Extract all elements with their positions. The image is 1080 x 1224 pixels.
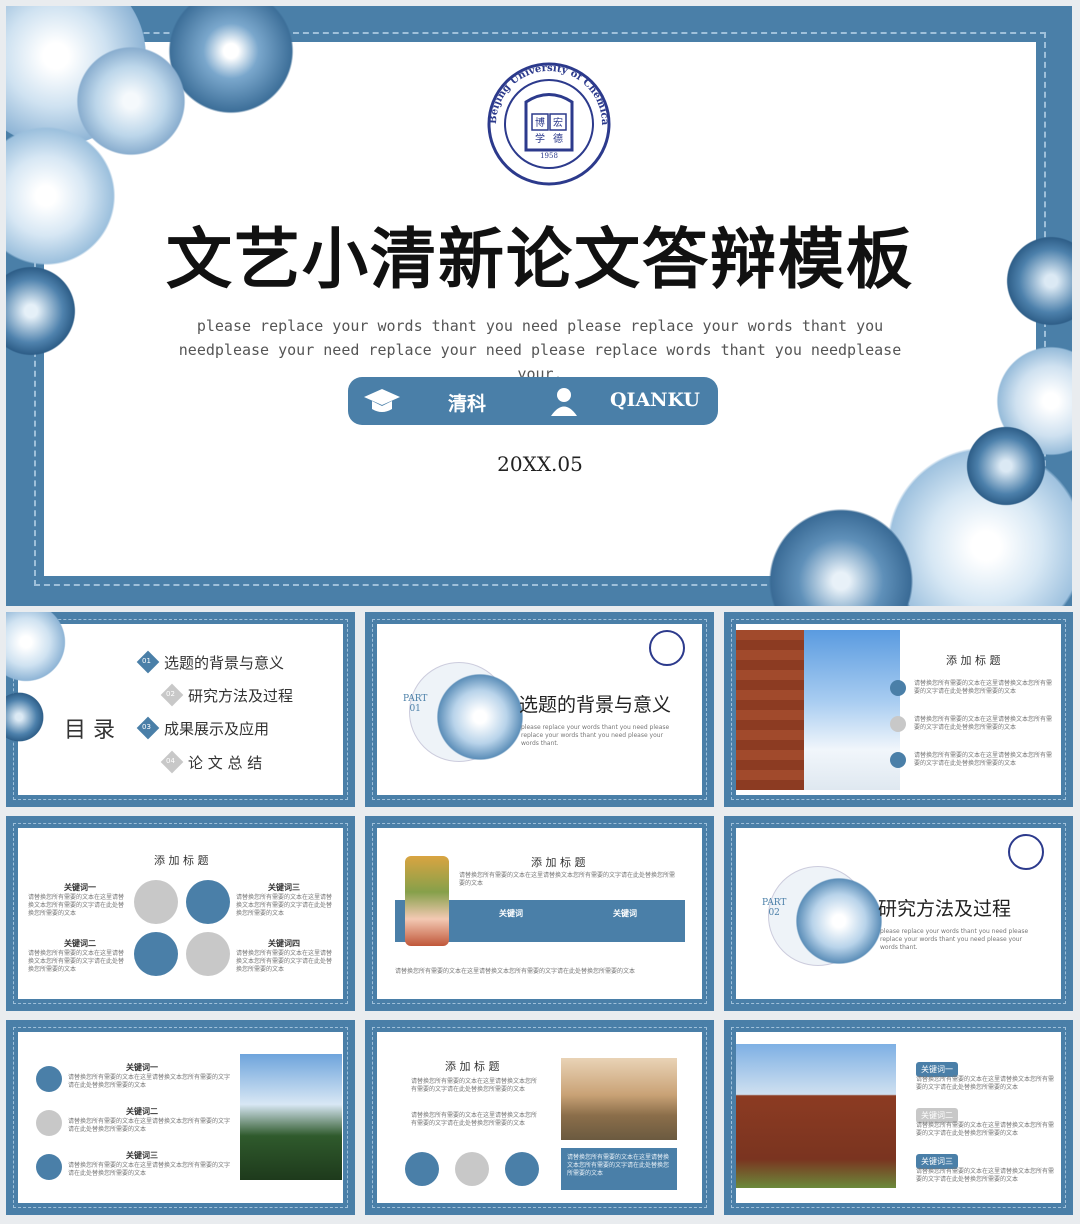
thumbnail-icons-photo[interactable]: 添 加 标 题 请替换您所有需要的文本在这里请替换文本您所有需要的文字请在此处替… [365, 1020, 714, 1215]
body-text: 请替换您所有需要的文本在这里请替换文本您所有需要的文字请在此处替换您所需要的文本 [28, 894, 125, 917]
thumbnail-photo-list[interactable]: 添 加 标 题 请替换您所有需要的文本在这里请替换文本您所有需要的文字请在此处替… [724, 612, 1073, 807]
settings-icon [36, 1066, 62, 1092]
keyword-label: 关键词 [613, 909, 637, 918]
monitor-icon [505, 1152, 539, 1186]
thumbnail-tags-photo[interactable]: 关键词一 请替换您所有需要的文本在这里请替换文本您所有需要的文字请在此处替换您所… [724, 1020, 1073, 1215]
logo-year: 1958 [540, 152, 558, 160]
keyword-label: 关键词三 [126, 1151, 158, 1160]
author-label: 清科 [448, 393, 487, 415]
building-photo [736, 630, 900, 790]
thumbnail-keywords-grid[interactable]: 添 加 标 题 关键词一 请替换您所有需要的文本在这里请替换文本您所有需要的文字… [6, 816, 355, 1011]
target-icon [36, 1154, 62, 1180]
body-text: 请替换您所有需要的文本在这里请替换文本您所有需要的文字请在此处替换您所需要的文本 [411, 1078, 538, 1093]
slide-title: 添 加 标 题 [154, 854, 209, 867]
subtitle-text: please replace your words thant you need… [178, 317, 902, 383]
toc-num: 03 [142, 723, 151, 731]
toc-label: 选题的背景与意义 [164, 654, 285, 672]
part-label: PART 02 [762, 898, 787, 918]
toc-label: 论 文 总 结 [188, 754, 263, 772]
toc-label: 成果展示及应用 [164, 720, 270, 738]
toc-heading: 目 录 [64, 718, 115, 743]
campus-photo [240, 1054, 342, 1180]
bullet-icon [890, 752, 906, 768]
body-text: 请替换您所有需要的文本在这里请替换文本您所有需要的文字请在此处替换您所需要的文本 [914, 716, 1053, 731]
image-icon [134, 880, 178, 924]
slide-title: 添 加 标 题 [531, 856, 586, 869]
money-icon [455, 1152, 489, 1186]
company-label: QIANKU [610, 389, 700, 411]
graduation-cap-icon [364, 389, 400, 412]
body-text: 请替换您所有需要的文本在这里请替换文本您所有需要的文字请在此处替换您所需要的文本 [914, 680, 1053, 695]
logo-badge-icon [649, 630, 685, 666]
logo-char-1: 博 [535, 116, 545, 129]
flower-decoration [435, 672, 525, 762]
body-text: 请替换您所有需要的文本在这里请替换文本您所有需要的文字请在此处替换您所需要的文本 [395, 968, 636, 975]
section-desc: please replace your words thant you need… [880, 928, 1029, 951]
toc-num: 01 [142, 657, 151, 665]
date-text: 20XX.05 [497, 452, 583, 476]
keyword-label: 关键词三 [268, 883, 300, 892]
cover-slide[interactable]: 博 宏 学 德 1958 Beijing University of Chemi… [6, 6, 1072, 606]
author-pill: 清科 QIANKU [348, 377, 718, 425]
home-icon [186, 932, 230, 976]
caption-box: 请替换您所有需要的文本在这里请替换文本您所有需要的文字请在此处替换您所需要的文本 [561, 1148, 677, 1190]
section-desc: please replace your words thant you need… [521, 724, 670, 747]
toc-num: 04 [166, 757, 175, 765]
gate-photo [561, 1058, 677, 1140]
thumbnail-banner-keywords[interactable]: 添 加 标 题 请替换您所有需要的文本在这里请替换文本您所有需要的文字请在此处替… [365, 816, 714, 1011]
keyword-tag: 关键词一 [916, 1062, 958, 1077]
keyword-label: 关键词 [499, 909, 523, 918]
person-icon [551, 388, 577, 416]
body-text: 请替换您所有需要的文本在这里请替换文本您所有需要的文字请在此处替换您所需要的文本 [916, 1168, 1055, 1183]
body-text: 请替换您所有需要的文本在这里请替换文本您所有需要的文字请在此处替换您所需要的文本 [236, 894, 333, 917]
bullet-icon [890, 716, 906, 732]
keyword-label: 关键词二 [126, 1107, 158, 1116]
flower-vase-photo [405, 856, 449, 946]
keyword-label: 关键词一 [126, 1063, 158, 1072]
bullet-icon [890, 680, 906, 696]
keyword-tag: 关键词三 [916, 1154, 958, 1169]
page-title: 文艺小清新论文答辩模板 [166, 221, 914, 298]
body-text: 请替换您所有需要的文本在这里请替换文本您所有需要的文字请在此处替换您所需要的文本 [28, 950, 125, 973]
globe-icon [134, 932, 178, 976]
keyword-tag: 关键词二 [916, 1108, 958, 1123]
body-text: 请替换您所有需要的文本在这里请替换文本您所有需要的文字请在此处替换您所需要的文本 [236, 950, 333, 973]
thumbnail-keywords-photo[interactable]: 关键词一 请替换您所有需要的文本在这里请替换文本您所有需要的文字请在此处替换您所… [6, 1020, 355, 1215]
toc-num: 02 [166, 690, 175, 698]
body-text: 请替换您所有需要的文本在这里请替换文本您所有需要的文字请在此处替换您所需要的文本 [459, 872, 676, 887]
logo-char-3: 学 [535, 132, 545, 145]
body-text: 请替换您所有需要的文本在这里请替换文本您所有需要的文字请在此处替换您所需要的文本 [916, 1122, 1055, 1137]
thumbnail-toc[interactable]: 目 录 01 选题的背景与意义 02 研究方法及过程 03 成果展示及应用 04… [6, 612, 355, 807]
slide-title: 添 加 标 题 [946, 654, 1001, 667]
toc-label: 研究方法及过程 [188, 687, 294, 705]
section-title: 选题的背景与意义 [519, 694, 672, 716]
university-logo: 博 宏 学 德 1958 Beijing University of Chemi… [476, 62, 611, 186]
section-title: 研究方法及过程 [878, 898, 1012, 920]
body-text: 请替换您所有需要的文本在这里请替换文本您所有需要的文字请在此处替换您所需要的文本 [914, 752, 1053, 767]
body-text: 请替换您所有需要的文本在这里请替换文本您所有需要的文字请在此处替换您所需要的文本 [567, 1154, 670, 1177]
body-text: 请替换您所有需要的文本在这里请替换文本您所有需要的文字请在此处替换您所需要的文本 [411, 1112, 538, 1127]
keyword-label: 关键词四 [268, 939, 300, 948]
keyword-label: 关键词二 [64, 939, 96, 948]
people-icon [36, 1110, 62, 1136]
thumbnail-part-01[interactable]: PART 01 选题的背景与意义 please replace your wor… [365, 612, 714, 807]
reader-icon [405, 1152, 439, 1186]
slide-title: 添 加 标 题 [445, 1060, 500, 1073]
body-text: 请替换您所有需要的文本在这里请替换文本您所有需要的文字请在此处替换您所需要的文本 [916, 1076, 1055, 1091]
keyword-label: 关键词一 [64, 883, 96, 892]
logo-char-2: 宏 [553, 116, 563, 129]
flower-decoration [794, 876, 884, 966]
body-text: 请替换您所有需要的文本在这里请替换文本您所有需要的文字请在此处替换您所需要的文本 [68, 1074, 231, 1089]
courtyard-photo [736, 1044, 896, 1188]
body-text: 请替换您所有需要的文本在这里请替换文本您所有需要的文字请在此处替换您所需要的文本 [68, 1118, 231, 1133]
body-text: 请替换您所有需要的文本在这里请替换文本您所有需要的文字请在此处替换您所需要的文本 [68, 1162, 231, 1177]
logo-badge-icon [1008, 834, 1044, 870]
settings-icon [186, 880, 230, 924]
part-label: PART 01 [403, 694, 428, 714]
logo-char-4: 德 [553, 132, 563, 145]
thumbnail-part-02[interactable]: PART 02 研究方法及过程 please replace your word… [724, 816, 1073, 1011]
